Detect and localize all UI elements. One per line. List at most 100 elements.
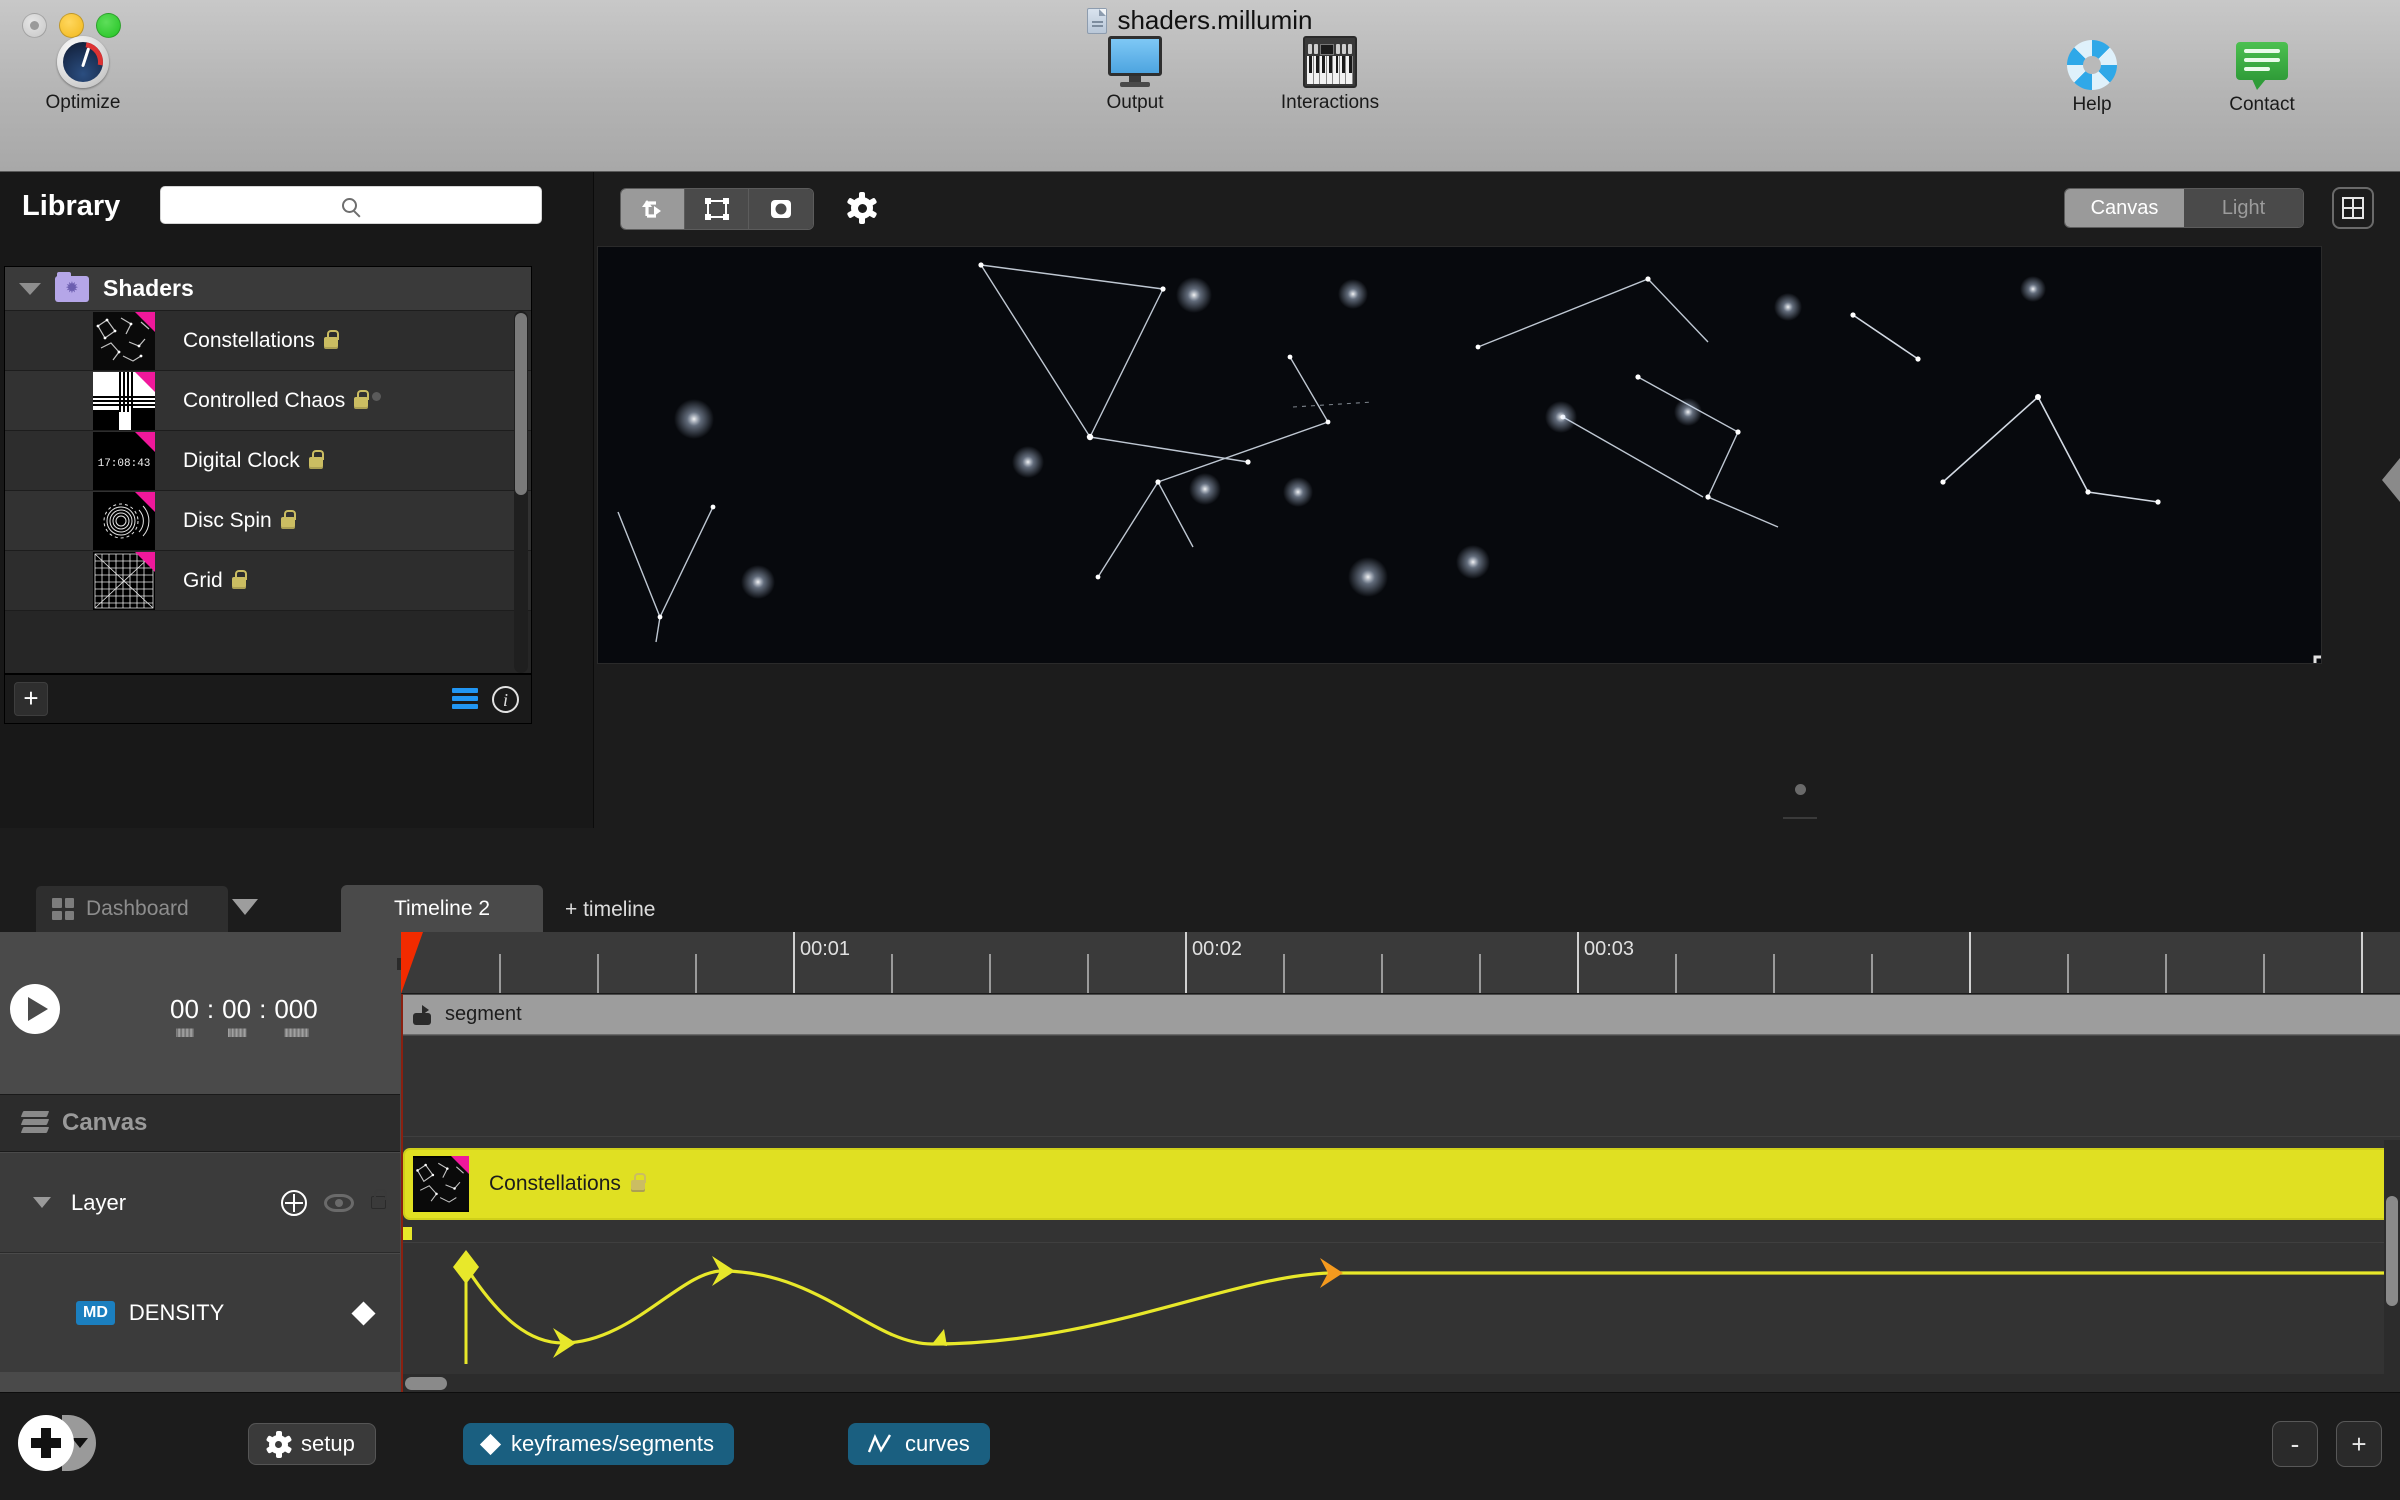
library-folder-shaders[interactable]: Shaders: [5, 267, 531, 311]
segment-row[interactable]: segment: [401, 995, 2400, 1035]
list-item[interactable]: Constellations: [5, 311, 531, 371]
keyframes-button-label: keyframes/segments: [511, 1431, 714, 1456]
grid-layout-button[interactable]: [2332, 187, 2374, 229]
chevron-down-icon[interactable]: [19, 282, 41, 295]
mask-tool-button[interactable]: [749, 189, 813, 229]
toolbar-help[interactable]: Help: [2017, 34, 2167, 116]
canvas-settings-button[interactable]: [842, 188, 882, 228]
layer-name: Layer: [71, 1189, 127, 1215]
timecode-display[interactable]: 00 ||||||||||||| : 00 |||||||||||||| : 0…: [170, 994, 318, 1037]
curves-button-label: curves: [905, 1431, 970, 1456]
toolbar-optimize[interactable]: Optimize: [8, 32, 158, 114]
list-item[interactable]: Controlled Chaos: [5, 371, 531, 431]
info-icon[interactable]: i: [492, 685, 519, 713]
add-media-button[interactable]: +: [14, 682, 48, 716]
toolbar-interactions-label: Interactions: [1280, 92, 1380, 113]
list-item-text: Digital Clock: [183, 448, 300, 472]
lock-icon[interactable]: [371, 1189, 387, 1209]
right-panel-handle[interactable]: [2382, 458, 2400, 502]
density-curve-chart: [453, 1250, 2399, 1364]
toolbar-interactions[interactable]: Interactions: [1255, 32, 1405, 114]
tab-light[interactable]: Light: [2184, 189, 2303, 227]
gear-icon: [265, 1430, 292, 1458]
canvas-tool-group[interactable]: [620, 188, 814, 230]
timeline-hscroll-thumb[interactable]: [405, 1377, 447, 1390]
fullscreen-icon[interactable]: [2313, 655, 2322, 664]
list-item-label: Grid: [183, 569, 247, 593]
message-bubble-icon: [2187, 34, 2337, 90]
library-search[interactable]: [160, 186, 542, 224]
panel-resize-dot[interactable]: [372, 392, 381, 401]
timeline-vertical-scrollbar[interactable]: [2384, 1140, 2400, 1374]
timecode-milliseconds[interactable]: 000 ||||||||||||||||||: [274, 994, 317, 1037]
playhead-handle[interactable]: [401, 932, 423, 994]
canvas-preview[interactable]: [597, 246, 2322, 664]
timeline-group-canvas[interactable]: Canvas: [0, 1094, 400, 1152]
timeline-left-column: 00 ||||||||||||| : 00 |||||||||||||| : 0…: [0, 932, 400, 1392]
play-button[interactable]: [10, 984, 60, 1034]
zoom-in-button[interactable]: +: [2336, 1421, 2382, 1467]
list-item-label: Digital Clock: [183, 448, 324, 473]
view-mode-toggle[interactable]: Canvas Light: [2064, 188, 2304, 228]
gear-icon: [846, 192, 878, 224]
tab-dashboard[interactable]: Dashboard: [36, 886, 228, 932]
timecode-seconds[interactable]: 00 ||||||||||||||: [222, 994, 251, 1037]
transform-tool-button[interactable]: [621, 189, 685, 229]
setup-button[interactable]: setup: [248, 1423, 376, 1465]
timeline-layer-row[interactable]: Layer: [0, 1153, 400, 1253]
timecode-minutes[interactable]: 00 |||||||||||||: [170, 994, 199, 1037]
canvas-area: Canvas Light: [372, 172, 2400, 828]
monitor-icon: [1060, 32, 1210, 88]
list-item-label: Constellations: [183, 329, 339, 353]
tab-timeline-2[interactable]: Timeline 2: [341, 885, 543, 932]
crop-tool-button[interactable]: [685, 189, 749, 229]
window-titlebar: shaders.millumin Optimize Output Interac…: [0, 0, 2400, 172]
playhead-line: [401, 994, 403, 1392]
keyframe-curve-area[interactable]: [401, 1246, 2400, 1392]
loop-segment-icon[interactable]: [413, 1004, 435, 1025]
list-lines-icon[interactable]: [452, 688, 478, 710]
toolbar-contact[interactable]: Contact: [2187, 34, 2337, 116]
splitter-grip[interactable]: [1783, 817, 1817, 819]
eye-icon[interactable]: [324, 1193, 354, 1212]
library-scrollbar-thumb[interactable]: [515, 313, 527, 495]
timeline-zoom-controls[interactable]: - +: [2272, 1421, 2382, 1467]
timeline-ruler[interactable]: 00:01 00:02 00:03: [401, 932, 2400, 994]
timeline-track-area[interactable]: Constellations: [401, 1036, 2400, 1392]
list-item[interactable]: Disc Spin: [5, 491, 531, 551]
lock-icon: [630, 1173, 646, 1192]
curves-button[interactable]: curves: [848, 1423, 990, 1465]
diamond-icon[interactable]: [351, 1300, 376, 1326]
lock-icon: [308, 449, 324, 469]
layer-expand-icon[interactable]: [33, 1197, 51, 1208]
toolbar-output[interactable]: Output: [1060, 32, 1210, 114]
keyframes-segments-button[interactable]: keyframes/segments: [463, 1423, 734, 1465]
library-list[interactable]: Shaders: [4, 266, 532, 674]
tab-dropdown-caret-icon[interactable]: [232, 899, 258, 915]
lock-icon: [354, 389, 370, 409]
search-input[interactable]: [161, 187, 541, 223]
tab-canvas[interactable]: Canvas: [2065, 189, 2184, 227]
library-footer: + i: [4, 674, 532, 724]
timeline-tabbar: Dashboard Timeline 2 + timeline: [0, 880, 2400, 932]
list-item-label: Controlled Chaos: [183, 389, 370, 413]
plus-icon[interactable]: [18, 1415, 74, 1471]
list-item[interactable]: Grid: [5, 551, 531, 611]
timeline-clip-constellations[interactable]: Constellations: [403, 1148, 2400, 1220]
layers-icon: [20, 1111, 50, 1135]
keyframe-chevron-3: [932, 1329, 947, 1346]
add-target-icon[interactable]: [281, 1189, 307, 1216]
timeline-vscroll-thumb[interactable]: [2386, 1196, 2398, 1306]
toolbar-output-label: Output: [1106, 92, 1164, 113]
splitter-dot[interactable]: [1795, 784, 1806, 795]
timeline-param-row[interactable]: MD DENSITY: [0, 1254, 400, 1372]
playhead-grip[interactable]: [397, 958, 401, 970]
library-folder-label: Shaders: [103, 275, 194, 301]
timeline-horizontal-scrollbar[interactable]: [401, 1374, 2400, 1392]
ruler-label: 00:03: [1584, 938, 1635, 960]
list-item[interactable]: 17:08:43 Digital Clock: [5, 431, 531, 491]
zoom-out-button[interactable]: -: [2272, 1421, 2318, 1467]
library-scrollbar[interactable]: [514, 311, 528, 673]
add-timeline-button[interactable]: + timeline: [565, 898, 655, 922]
add-element-group[interactable]: [18, 1415, 96, 1471]
